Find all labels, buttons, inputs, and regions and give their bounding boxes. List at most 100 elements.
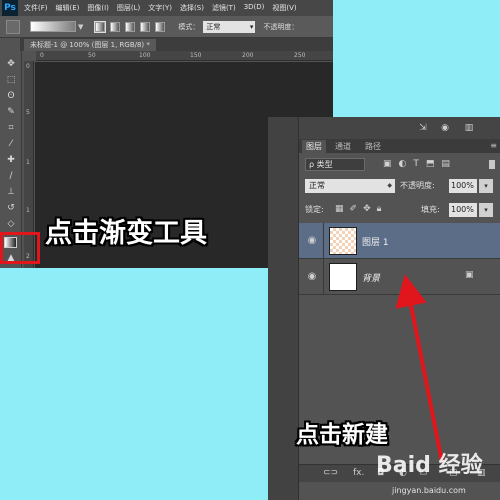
brush-tool-icon[interactable]: ∕: [5, 170, 17, 182]
fill-input[interactable]: 100%: [449, 203, 477, 217]
menu-select[interactable]: 选择(S): [180, 3, 204, 13]
lock-all-icon[interactable]: 🔒︎: [377, 203, 382, 215]
layer-name[interactable]: 图层 1: [362, 235, 389, 248]
layer-thumbnail: [329, 227, 357, 255]
ruler-label: 1: [26, 159, 30, 166]
smart-object-filter-icon[interactable]: ▤: [441, 159, 450, 170]
horizontal-ruler: 0 50 100 150 200 250: [36, 51, 333, 61]
ruler-label: 1: [26, 207, 30, 214]
gradient-preview[interactable]: [30, 21, 76, 32]
angle-gradient-icon[interactable]: [125, 21, 136, 32]
ruler-label: 200: [242, 52, 254, 59]
gradient-type-group: [94, 20, 170, 33]
opacity-input[interactable]: 100%: [449, 179, 477, 193]
crop-tool-icon[interactable]: ⌗: [5, 122, 17, 134]
lasso-tool-icon[interactable]: ʘ: [5, 90, 17, 102]
lock-row: 锁定: ▦ ✐ ✥ 🔒︎ 填充: 100% ▾: [299, 201, 500, 219]
divider: [323, 223, 324, 259]
ruler-label: 5: [26, 109, 30, 116]
menu-edit[interactable]: 编辑(E): [56, 3, 80, 13]
lock-label: 锁定:: [305, 205, 324, 214]
tab-paths[interactable]: 路径: [361, 140, 385, 153]
layer-filter-row: ρ 类型 ▣ ◐ T ⬒ ▤: [299, 155, 500, 173]
document-tab-bar: 未标题-1 @ 100% (图层 1, RGB/8) *: [20, 38, 333, 51]
type-filter-icon[interactable]: T: [413, 159, 419, 170]
trash-icon[interactable]: ▥: [463, 123, 475, 133]
menu-filter[interactable]: 滤镜(T): [212, 3, 236, 13]
linear-gradient-icon[interactable]: [94, 20, 107, 33]
gradient-tool-highlight: [0, 232, 40, 264]
gradient-preset-icon[interactable]: [6, 19, 20, 34]
annotation-click-gradient-tool: 点击渐变工具: [45, 218, 207, 249]
mode-label: 模式：: [178, 22, 200, 31]
healing-brush-tool-icon[interactable]: ✚: [5, 154, 17, 166]
filter-icons: ▣ ◐ T ⬒ ▤: [383, 159, 457, 170]
adjustment-filter-icon[interactable]: ◐: [399, 159, 407, 170]
layer-row[interactable]: ◉ 背景 ▣: [299, 259, 500, 295]
lock-transparency-icon[interactable]: ▦: [335, 203, 344, 215]
chevron-down-icon[interactable]: ▾: [479, 203, 493, 217]
filter-toggle[interactable]: [489, 160, 495, 169]
move-tool-icon[interactable]: ✥: [5, 58, 17, 70]
options-bar: ▼ 模式： 正常 不透明度：: [0, 16, 333, 38]
ruler-label: 150: [190, 52, 202, 59]
menu-image[interactable]: 图像(I): [87, 3, 109, 13]
panel-header: ⇲ ◉ ▥: [299, 117, 500, 139]
layer-name[interactable]: 背景: [362, 271, 380, 284]
clone-stamp-tool-icon[interactable]: ⊥: [5, 186, 17, 198]
menu-view[interactable]: 视图(V): [272, 3, 296, 13]
marquee-tool-icon[interactable]: ⬚: [5, 74, 17, 86]
link-icon[interactable]: ⊂⊃: [323, 468, 338, 478]
ruler-label: 0: [26, 63, 30, 70]
history-brush-tool-icon[interactable]: ↺: [5, 202, 17, 214]
eyedropper-tool-icon[interactable]: ⁄: [5, 138, 17, 150]
document-tab[interactable]: 未标题-1 @ 100% (图层 1, RGB/8) *: [24, 39, 156, 51]
watermark-url: jingyan.baidu.com: [392, 486, 466, 495]
ruler-label: 250: [294, 52, 306, 59]
eye-icon[interactable]: ◉: [305, 234, 319, 248]
eraser-tool-icon[interactable]: ◇: [5, 218, 17, 230]
layers-list: ◉ 图层 1 ◉ 背景 ▣: [299, 223, 500, 295]
menu-layer[interactable]: 图层(L): [117, 3, 140, 13]
blend-mode-select[interactable]: 正常: [305, 179, 395, 193]
divider: [323, 259, 324, 295]
annotation-click-new: 点击新建: [296, 422, 388, 448]
panel-tabs: 图层 通道 路径 ≡: [299, 139, 500, 153]
photoshop-logo: Ps: [2, 0, 18, 16]
mode-select[interactable]: 正常: [203, 20, 256, 33]
ruler-label: 0: [40, 52, 44, 59]
radial-gradient-icon[interactable]: [110, 21, 121, 32]
tab-channels[interactable]: 通道: [331, 140, 355, 153]
lock-image-icon[interactable]: ✐: [350, 203, 358, 215]
export-icon[interactable]: ⇲: [417, 123, 429, 133]
tab-layers[interactable]: 图层: [302, 140, 326, 153]
quick-select-tool-icon[interactable]: ✎: [5, 106, 17, 118]
camera-icon[interactable]: ◉: [439, 123, 451, 133]
menu-bar: Ps 文件(F) 编辑(E) 图像(I) 图层(L) 文字(Y) 选择(S) 滤…: [0, 0, 333, 16]
ruler-label: 100: [139, 52, 151, 59]
blend-row: 正常 不透明度: 100% ▾: [299, 177, 500, 195]
opacity-label: 不透明度:: [400, 181, 435, 190]
menu-3d[interactable]: 3D(D): [244, 3, 265, 13]
eye-icon[interactable]: ◉: [305, 270, 319, 284]
shape-filter-icon[interactable]: ⬒: [426, 159, 435, 170]
menu-type[interactable]: 文字(Y): [148, 3, 172, 13]
opacity-label: 不透明度：: [263, 22, 299, 31]
menu-file[interactable]: 文件(F): [24, 3, 48, 13]
layer-filter-select[interactable]: ρ 类型: [305, 158, 365, 171]
pixel-filter-icon[interactable]: ▣: [383, 159, 392, 170]
ruler-label: 50: [88, 52, 96, 59]
chevron-down-icon[interactable]: ▾: [479, 179, 493, 193]
reflected-gradient-icon[interactable]: [140, 21, 151, 32]
panel-menu-icon[interactable]: ≡: [490, 141, 497, 150]
layer-row[interactable]: ◉ 图层 1: [299, 223, 500, 259]
lock-icons: ▦ ✐ ✥ 🔒︎: [335, 203, 387, 215]
fx-icon[interactable]: fx.: [353, 468, 364, 478]
watermark: Baid 经验: [376, 453, 483, 478]
lock-position-icon[interactable]: ✥: [363, 203, 371, 215]
diamond-gradient-icon[interactable]: [155, 21, 166, 32]
layer-thumbnail: [329, 263, 357, 291]
menu: 文件(F) 编辑(E) 图像(I) 图层(L) 文字(Y) 选择(S) 滤镜(T…: [24, 3, 305, 13]
chevron-down-icon[interactable]: ▼: [78, 23, 83, 31]
fill-label: 填充:: [421, 205, 440, 214]
